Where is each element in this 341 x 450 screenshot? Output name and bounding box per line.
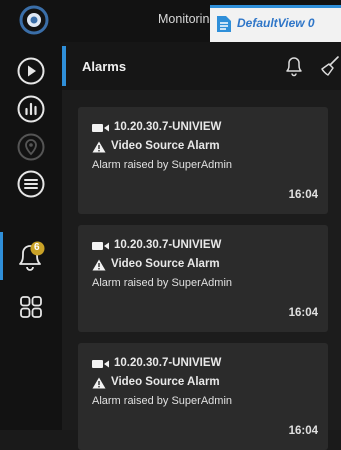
sidebar-item-alarms[interactable]: 6 — [0, 232, 62, 280]
alarm-raised-by: Alarm raised by SuperAdmin — [92, 395, 233, 407]
alarm-raised-by: Alarm raised by SuperAdmin — [92, 277, 233, 289]
monitoring-tab[interactable]: Monitoring — [158, 12, 216, 26]
statistics-icon[interactable] — [16, 94, 46, 124]
header-accent — [62, 46, 66, 86]
alarm-card[interactable]: 10.20.30.7-UNIVIEW Video Source Alarm Al… — [78, 107, 328, 214]
apps-grid-icon[interactable] — [16, 292, 46, 322]
clear-alarms-icon[interactable] — [318, 54, 341, 78]
alarm-count-badge: 6 — [34, 242, 40, 253]
alarm-device: 10.20.30.7-UNIVIEW — [114, 121, 222, 133]
warning-icon — [92, 141, 106, 153]
alarm-type: Video Source Alarm — [111, 140, 220, 152]
alarm-bell-icon — [19, 241, 45, 271]
alarm-device: 10.20.30.7-UNIVIEW — [114, 239, 222, 251]
view-label: DefaultView 0 — [237, 16, 315, 30]
menu-list-icon[interactable] — [16, 169, 46, 199]
map-pin-icon[interactable] — [16, 132, 46, 162]
view-file-icon — [217, 16, 231, 32]
video-camera-icon — [92, 124, 109, 132]
play-icon[interactable] — [16, 56, 46, 86]
alarm-time: 16:04 — [288, 425, 318, 437]
active-indicator — [0, 232, 3, 280]
alarm-time: 16:04 — [288, 189, 318, 201]
alarm-list[interactable]: 10.20.30.7-UNIVIEW Video Source Alarm Al… — [62, 90, 341, 450]
alarm-type: Video Source Alarm — [111, 376, 220, 388]
video-camera-icon — [92, 360, 109, 368]
warning-icon — [92, 377, 106, 389]
alarm-type: Video Source Alarm — [111, 258, 220, 270]
notification-bell-icon[interactable] — [283, 55, 305, 77]
page-title: Alarms — [82, 59, 127, 74]
video-camera-icon — [92, 242, 109, 250]
alarm-card[interactable]: 10.20.30.7-UNIVIEW Video Source Alarm Al… — [78, 225, 328, 332]
alarm-raised-by: Alarm raised by SuperAdmin — [92, 159, 233, 171]
alarm-device: 10.20.30.7-UNIVIEW — [114, 357, 222, 369]
alarm-time: 16:04 — [288, 307, 318, 319]
sidebar: 6 — [0, 42, 62, 430]
warning-icon — [92, 259, 106, 271]
app-logo-icon[interactable] — [19, 5, 49, 35]
alarms-header: Alarms — [62, 42, 341, 90]
alarm-card[interactable]: 10.20.30.7-UNIVIEW Video Source Alarm Al… — [78, 343, 328, 450]
default-view-tab[interactable]: DefaultView 0 — [210, 5, 341, 42]
top-bar: Monitoring DefaultView 0 — [0, 0, 341, 42]
